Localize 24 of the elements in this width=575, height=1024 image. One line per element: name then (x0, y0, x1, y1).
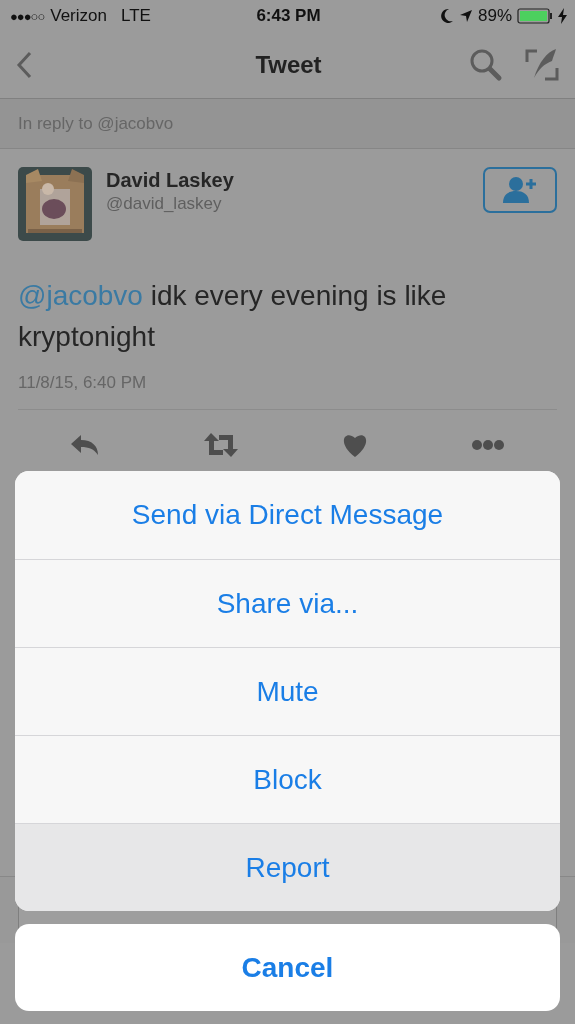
author-handle[interactable]: @david_laskey (106, 194, 483, 214)
carrier-name: Verizon (50, 6, 107, 26)
retweet-icon[interactable] (202, 433, 239, 457)
follow-button[interactable] (483, 167, 557, 213)
search-icon[interactable] (469, 48, 503, 82)
compose-icon[interactable] (525, 48, 559, 82)
clock-time: 6:43 PM (256, 6, 321, 26)
more-icon[interactable] (471, 439, 506, 451)
screen-title: Tweet (255, 51, 322, 79)
action-sheet-option[interactable]: Report (15, 823, 560, 911)
add-person-icon (501, 176, 539, 204)
heart-icon[interactable] (342, 433, 369, 457)
battery-percentage: 89% (477, 6, 512, 26)
reply-icon[interactable] (69, 434, 100, 456)
back-icon[interactable] (16, 51, 32, 79)
battery-icon (517, 8, 553, 24)
network-type: LTE (120, 6, 151, 26)
cancel-button[interactable]: Cancel (15, 924, 560, 1011)
location-arrow-icon (458, 9, 473, 23)
moon-icon (439, 8, 454, 24)
author-name[interactable]: David Laskey (106, 169, 483, 192)
tweet-text: @jacobvo idk every evening is like kryptonight (18, 279, 448, 354)
signal-strength: ●●●○○ (10, 8, 45, 24)
charging-bolt-icon (558, 8, 567, 24)
